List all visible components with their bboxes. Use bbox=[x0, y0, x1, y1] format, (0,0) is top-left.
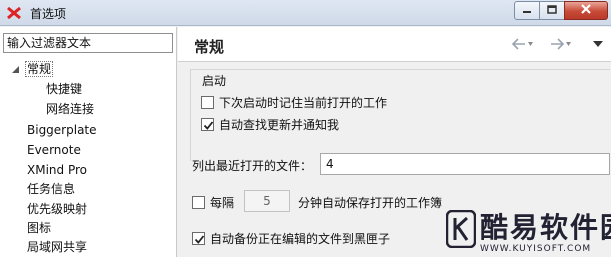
auto-update-checkbox[interactable] bbox=[201, 117, 214, 131]
option-label: 下次启动时记住当前打开的工作 bbox=[219, 95, 388, 110]
auto-update-option[interactable]: 自动查找更新并通知我 bbox=[201, 116, 339, 132]
tree-item-label: 优先级映射 bbox=[27, 202, 88, 216]
arrow-left-icon bbox=[511, 37, 534, 53]
tree-item-shortcuts[interactable]: 快捷键 bbox=[44, 80, 84, 98]
tree-item-label: 常规 bbox=[25, 61, 54, 77]
tree-item-evernote[interactable]: Evernote bbox=[25, 141, 83, 159]
autosave-suffix-label: 分钟自动保存打开的工作簿 bbox=[298, 196, 443, 210]
tree-item-network[interactable]: 网络连接 bbox=[44, 100, 96, 118]
back-button[interactable] bbox=[511, 37, 534, 53]
tree-item-lan-sharing[interactable]: 局域网共享 bbox=[25, 238, 89, 256]
autosave-interval-input[interactable] bbox=[244, 190, 290, 212]
tree-item-label: Biggerplate bbox=[27, 123, 97, 137]
tree-item-xmind-pro[interactable]: XMind Pro bbox=[25, 161, 89, 179]
close-button[interactable] bbox=[564, 1, 608, 20]
autosave-checkbox[interactable] bbox=[192, 195, 205, 209]
recent-files-label: 列出最近打开的文件： bbox=[192, 159, 313, 173]
close-icon bbox=[580, 3, 592, 18]
backup-checkbox[interactable] bbox=[192, 231, 205, 245]
tree-item-label: 任务信息 bbox=[27, 182, 76, 196]
minimize-icon bbox=[522, 4, 532, 18]
chevron-down-icon bbox=[592, 38, 604, 52]
option-label: 每隔 bbox=[210, 195, 235, 210]
tree-item-priority-mapping[interactable]: 优先级映射 bbox=[25, 200, 89, 218]
maximize-button[interactable] bbox=[539, 1, 565, 20]
checkmark-icon bbox=[194, 234, 205, 244]
tree-item-label: 局域网共享 bbox=[27, 240, 88, 254]
startup-group: 启动 下次启动时记住当前打开的工作 自动查找更新并通知我 bbox=[190, 69, 610, 161]
window-title: 首选项 bbox=[30, 7, 67, 21]
watermark: 酷易软件园 WWW.KUYISOFT.COM bbox=[445, 204, 611, 257]
minimize-button[interactable] bbox=[514, 1, 540, 20]
page-header: 常规 bbox=[178, 27, 611, 62]
checkmark-icon bbox=[203, 120, 214, 130]
tree-item-label: XMind Pro bbox=[27, 163, 87, 177]
tree-item-label: 图标 bbox=[27, 221, 52, 235]
remember-workbooks-checkbox[interactable] bbox=[201, 95, 214, 109]
tree-item-general[interactable]: 常规 bbox=[25, 60, 54, 78]
option-label: 自动查找更新并通知我 bbox=[219, 117, 340, 132]
title-bar: 首选项 bbox=[0, 0, 611, 26]
view-menu-button[interactable] bbox=[592, 39, 604, 51]
remember-workbooks-option[interactable]: 下次启动时记住当前打开的工作 bbox=[201, 94, 387, 110]
forward-button[interactable] bbox=[550, 37, 572, 53]
group-title: 启动 bbox=[202, 74, 227, 88]
tree-item-label: 网络连接 bbox=[46, 102, 95, 116]
filter-input[interactable] bbox=[3, 33, 173, 53]
tree-item-label: Evernote bbox=[27, 143, 81, 157]
maximize-icon bbox=[547, 4, 557, 18]
backup-option[interactable]: 自动备份正在编辑的文件到黑匣子 bbox=[192, 230, 390, 246]
watermark-url: WWW.KUYISOFT.COM bbox=[480, 244, 592, 254]
preference-tree-pane: 常规 快捷键 网络连接 Biggerplate Evernote XMind P… bbox=[0, 27, 177, 257]
tree-expanded-icon[interactable] bbox=[11, 64, 21, 74]
tree-item-icons[interactable]: 图标 bbox=[25, 219, 53, 237]
recent-files-count-input[interactable] bbox=[320, 153, 610, 175]
arrow-right-icon bbox=[550, 37, 572, 53]
autosave-option[interactable]: 每隔 bbox=[192, 194, 234, 210]
watermark-text: 酷易软件园 bbox=[480, 211, 611, 244]
xmind-icon bbox=[6, 5, 22, 21]
tree-item-biggerplate[interactable]: Biggerplate bbox=[25, 121, 99, 139]
watermark-logo-icon bbox=[445, 209, 477, 251]
option-label: 自动备份正在编辑的文件到黑匣子 bbox=[210, 231, 391, 246]
tree-item-label: 快捷键 bbox=[46, 82, 83, 96]
tree-item-task-info[interactable]: 任务信息 bbox=[25, 180, 77, 198]
page-title: 常规 bbox=[194, 38, 225, 56]
